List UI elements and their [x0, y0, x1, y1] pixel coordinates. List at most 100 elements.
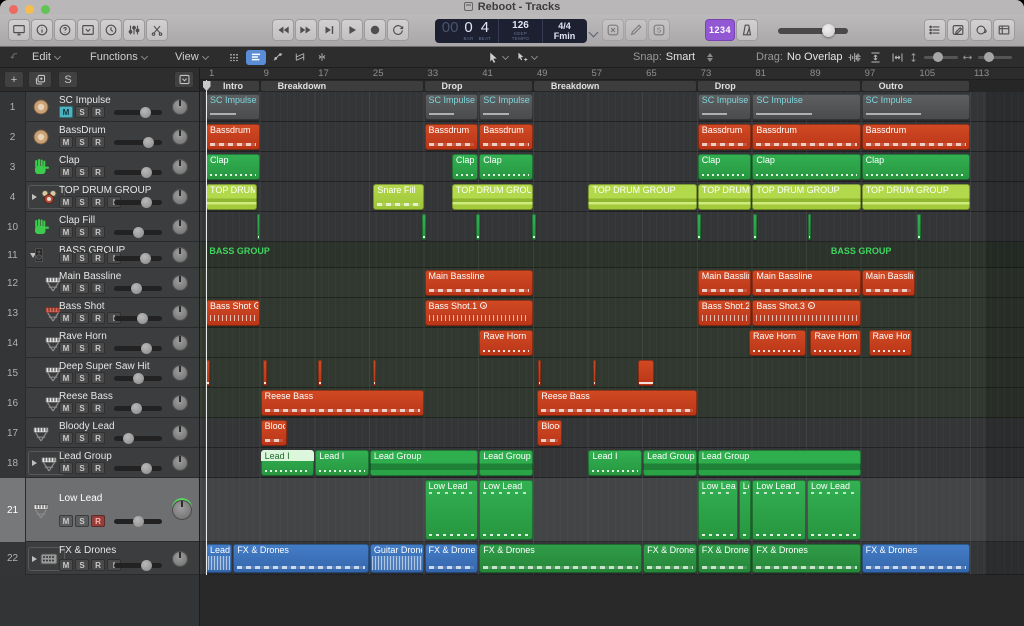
- volume-knob[interactable]: [131, 403, 142, 414]
- volume-knob[interactable]: [137, 313, 148, 324]
- disclosure-triangle-icon[interactable]: [32, 556, 37, 562]
- mute-button[interactable]: M: [59, 402, 73, 414]
- region-top-drum-group[interactable]: TOP DRUM GROUP: [698, 184, 752, 210]
- solo-button[interactable]: S: [75, 559, 89, 571]
- play-button[interactable]: [341, 19, 363, 41]
- pan-knob[interactable]: [172, 275, 188, 291]
- lcd-key-signature[interactable]: 4/4 Fmin: [543, 19, 586, 43]
- region-guitar-drone-ri[interactable]: Guitar Drone Ri: [370, 544, 424, 573]
- region-clip[interactable]: [753, 214, 757, 240]
- snap-control[interactable]: Snap: Smart: [633, 47, 713, 67]
- track-volume-slider[interactable]: [114, 436, 162, 441]
- track-header-bass-shot[interactable]: 13Bass ShotMSRI: [0, 298, 199, 328]
- rewind-button[interactable]: [272, 19, 294, 41]
- mute-button[interactable]: M: [59, 136, 73, 148]
- region-bloody[interactable]: Bloody: [261, 420, 287, 446]
- mute-button[interactable]: M: [59, 196, 73, 208]
- mute-button[interactable]: M: [59, 166, 73, 178]
- track-volume-slider[interactable]: [114, 466, 162, 471]
- track-header-bloody-lead[interactable]: 17Bloody LeadMSR: [0, 418, 199, 448]
- region-bassdrum[interactable]: Bassdrum: [752, 124, 860, 150]
- region-clip[interactable]: [697, 214, 701, 240]
- volume-slider-knob[interactable]: [822, 24, 835, 37]
- clock-button[interactable]: [100, 19, 122, 41]
- region-clip[interactable]: [257, 214, 261, 240]
- note-pads-button[interactable]: [947, 19, 969, 41]
- view-button-automation[interactable]: [268, 50, 288, 65]
- region-low-lead[interactable]: Low Lead: [807, 480, 861, 540]
- solo-button[interactable]: S: [75, 196, 89, 208]
- region-main-bassline[interactable]: Main Bassline: [425, 270, 533, 296]
- region-clip[interactable]: [917, 214, 921, 240]
- mute-button[interactable]: M: [59, 372, 73, 384]
- region-lead-group[interactable]: Lead Group: [698, 450, 861, 476]
- track-volume-slider[interactable]: [114, 170, 162, 175]
- volume-knob[interactable]: [143, 137, 154, 148]
- toolbar-button[interactable]: [77, 19, 99, 41]
- vertical-zoom-knob[interactable]: [933, 52, 943, 62]
- region-lead-group[interactable]: Lead Group: [370, 450, 478, 476]
- disclosure-triangle-icon[interactable]: [32, 194, 37, 200]
- pan-knob[interactable]: [172, 395, 188, 411]
- mute-button[interactable]: M: [59, 559, 73, 571]
- volume-knob[interactable]: [123, 433, 134, 444]
- global-solo-button[interactable]: S: [58, 71, 78, 88]
- region-reese-bass[interactable]: Reese Bass: [537, 390, 697, 416]
- track-header-fx-drones[interactable]: 22FX & DronesMSRI: [0, 542, 199, 575]
- region-low-lead[interactable]: Low Lead: [739, 480, 752, 540]
- volume-knob[interactable]: [131, 283, 142, 294]
- region-bassdrum[interactable]: Bassdrum: [425, 124, 479, 150]
- track-header-lead-group[interactable]: 18Lead GroupMSR: [0, 448, 199, 478]
- horizontal-auto-zoom-button[interactable]: [887, 50, 907, 65]
- track-header-top-drum-group[interactable]: 4TOP DRUM GROUPMSRI: [0, 182, 199, 212]
- region-clip[interactable]: [373, 360, 377, 386]
- solo-button[interactable]: S: [75, 432, 89, 444]
- record-enable-button[interactable]: R: [91, 282, 105, 294]
- track-volume-slider[interactable]: [114, 200, 162, 205]
- region-low-lead[interactable]: Low Lead: [698, 480, 738, 540]
- region-fx-drones[interactable]: FX & Drones: [698, 544, 752, 573]
- master-volume-slider[interactable]: [778, 26, 848, 36]
- track-volume-slider[interactable]: [114, 256, 162, 261]
- region-sc-impulse[interactable]: SC Impulse: [752, 94, 860, 120]
- pan-knob[interactable]: [172, 365, 188, 381]
- region-lead-group[interactable]: Lead Group: [479, 450, 533, 476]
- skip-end-button[interactable]: [318, 19, 340, 41]
- disclosure-triangle-icon[interactable]: [32, 460, 37, 466]
- mute-button[interactable]: M: [59, 312, 73, 324]
- region-clip[interactable]: [638, 360, 654, 386]
- pan-knob[interactable]: [172, 425, 188, 441]
- mute-button[interactable]: M: [59, 252, 73, 264]
- region-top-drum-group[interactable]: TOP DRUM GROUP: [588, 184, 696, 210]
- region-lead-i[interactable]: Lead I: [315, 450, 369, 476]
- region-bass-shot-2[interactable]: Bass Shot.2: [698, 300, 752, 326]
- track-volume-slider[interactable]: [114, 346, 162, 351]
- browsers-button[interactable]: [993, 19, 1015, 41]
- pan-knob[interactable]: [172, 219, 188, 235]
- solo-button[interactable]: S: [75, 402, 89, 414]
- volume-knob[interactable]: [133, 227, 144, 238]
- mute-button[interactable]: M: [59, 432, 73, 444]
- region-reese-bass[interactable]: Reese Bass: [261, 390, 424, 416]
- region-bass-shot[interactable]: Bass Shot: [206, 300, 260, 326]
- region-bassdrum[interactable]: Bassdrum: [479, 124, 533, 150]
- solo-button[interactable]: S: [75, 226, 89, 238]
- region-low-lead[interactable]: Low Lead: [425, 480, 479, 540]
- pan-knob[interactable]: [172, 335, 188, 351]
- waveform-zoom-button[interactable]: [843, 50, 863, 65]
- region-clap[interactable]: Clap: [698, 154, 752, 180]
- arrangement-marker-drop[interactable]: Drop: [425, 81, 532, 91]
- region-bassdrum[interactable]: Bassdrum: [698, 124, 752, 150]
- region-clip[interactable]: [538, 360, 542, 386]
- record-enable-button[interactable]: R: [91, 402, 105, 414]
- region-clip[interactable]: [593, 360, 597, 386]
- lcd-tempo[interactable]: 126 KEEP TEMPO: [499, 19, 543, 43]
- solo-button[interactable]: S: [75, 252, 89, 264]
- region-clip[interactable]: [263, 360, 267, 386]
- list-editors-button[interactable]: [924, 19, 946, 41]
- region-top-drum-group[interactable]: TOP DRUM GROUP: [862, 184, 970, 210]
- region-clap[interactable]: Clap: [862, 154, 970, 180]
- horizontal-zoom-knob[interactable]: [984, 52, 994, 62]
- pan-knob[interactable]: [172, 99, 188, 115]
- x-badge-button[interactable]: [602, 19, 624, 41]
